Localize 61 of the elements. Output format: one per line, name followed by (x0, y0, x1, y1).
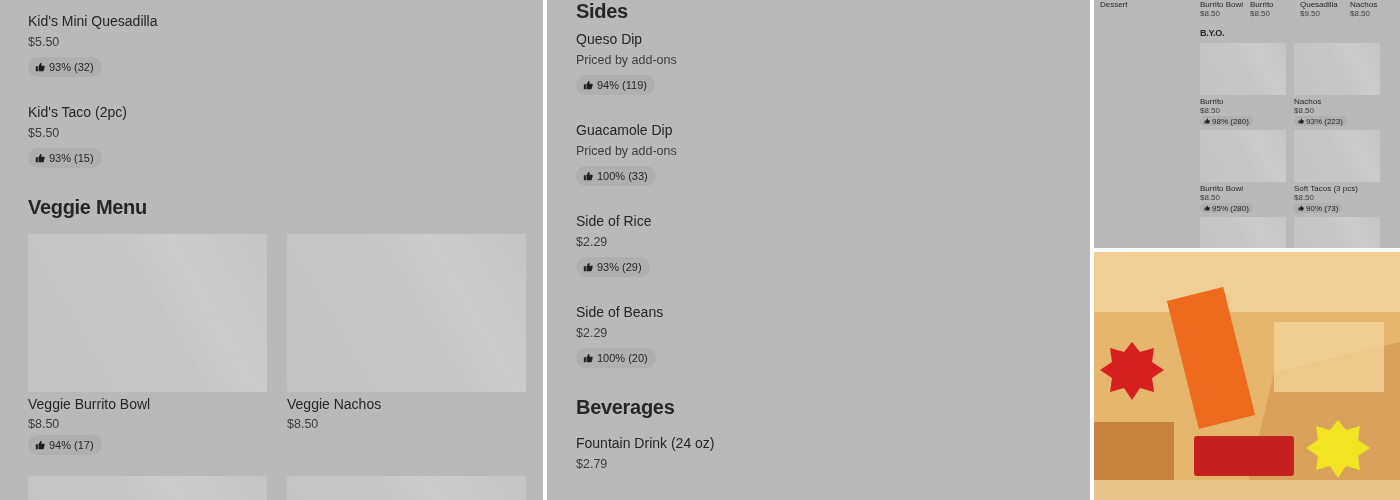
rating-text: 98% (280) (1212, 116, 1249, 126)
rating-text: 93% (29) (597, 261, 642, 273)
item-price: Priced by add-ons (576, 52, 677, 69)
item-name[interactable]: Nachos (1350, 0, 1400, 9)
item-name[interactable]: Quesadilla (1300, 0, 1350, 9)
item-price: $8.50 (1200, 193, 1221, 202)
item-price: $5.50 (28, 34, 60, 51)
item-price: $8.50 (1350, 9, 1372, 18)
item-price: Priced by add-ons (576, 143, 677, 160)
item-price: $2.79 (576, 456, 608, 473)
section-heading: B.Y.O. (1200, 28, 1226, 39)
rating-text: 94% (17) (49, 439, 94, 451)
item-price: $8.50 (1294, 106, 1315, 115)
thumbs-up-icon (35, 62, 45, 72)
thumbs-up-icon (1204, 118, 1210, 124)
thumbs-up-icon (583, 353, 593, 363)
item-price: $8.50 (1294, 193, 1315, 202)
item-price: $8.50 (1200, 106, 1221, 115)
rating-text: 90% (73) (1306, 203, 1339, 213)
rating-text: 95% (280) (1212, 203, 1249, 213)
item-price: $8.50 (287, 416, 319, 433)
item-name[interactable]: Kid's Mini Quesadilla (28, 11, 158, 31)
item-price: $8.50 (1200, 9, 1222, 18)
rating-text: 93% (15) (49, 152, 94, 164)
thumbs-up-icon (1298, 205, 1304, 211)
item-name[interactable]: Side of Beans (576, 302, 664, 322)
thumbs-up-icon (1298, 118, 1304, 124)
item-name[interactable]: Fountain Drink (24 oz) (576, 433, 715, 453)
section-heading: Veggie Menu (28, 195, 148, 220)
item-name[interactable]: Burrito (1250, 0, 1300, 9)
rating-text: 100% (20) (597, 352, 648, 364)
item-name[interactable]: Veggie Burrito Bowl (28, 394, 151, 414)
rating-text: 94% (119) (597, 79, 647, 91)
item-name[interactable]: Soft Tacos (3 pcs) (1294, 184, 1358, 193)
item-price: $2.29 (576, 325, 608, 342)
rating-text: 93% (32) (49, 61, 94, 73)
item-name[interactable]: Kid's Taco (2pc) (28, 102, 127, 122)
thumbs-up-icon (1204, 205, 1210, 211)
item-name[interactable]: Queso Dip (576, 29, 643, 49)
item-name[interactable]: Burrito Bowl (1200, 0, 1250, 9)
item-name[interactable]: Burrito (1200, 97, 1224, 106)
thumbs-up-icon (35, 153, 45, 163)
item-price: $9.50 (1300, 9, 1322, 18)
thumbs-up-icon (583, 80, 593, 90)
item-price: $8.50 (28, 416, 60, 433)
item-price: $5.50 (28, 125, 60, 142)
sidebar-item[interactable]: Dessert (1100, 0, 1200, 10)
item-price: $2.29 (576, 234, 608, 251)
thumbs-up-icon (583, 262, 593, 272)
section-heading: Beverages (576, 395, 676, 420)
thumbs-up-icon (35, 440, 45, 450)
item-name[interactable]: Veggie Nachos (287, 394, 382, 414)
rating-text: 100% (33) (597, 170, 648, 182)
item-name[interactable]: Burrito Bowl (1200, 184, 1244, 193)
item-price: $8.50 (1250, 9, 1272, 18)
item-name[interactable]: Guacamole Dip (576, 120, 673, 140)
rating-text: 93% (223) (1306, 116, 1343, 126)
item-name[interactable]: Nachos (1294, 97, 1322, 106)
item-name[interactable]: Side of Rice (576, 211, 652, 231)
section-heading: Sides (576, 0, 629, 22)
thumbs-up-icon (583, 171, 593, 181)
